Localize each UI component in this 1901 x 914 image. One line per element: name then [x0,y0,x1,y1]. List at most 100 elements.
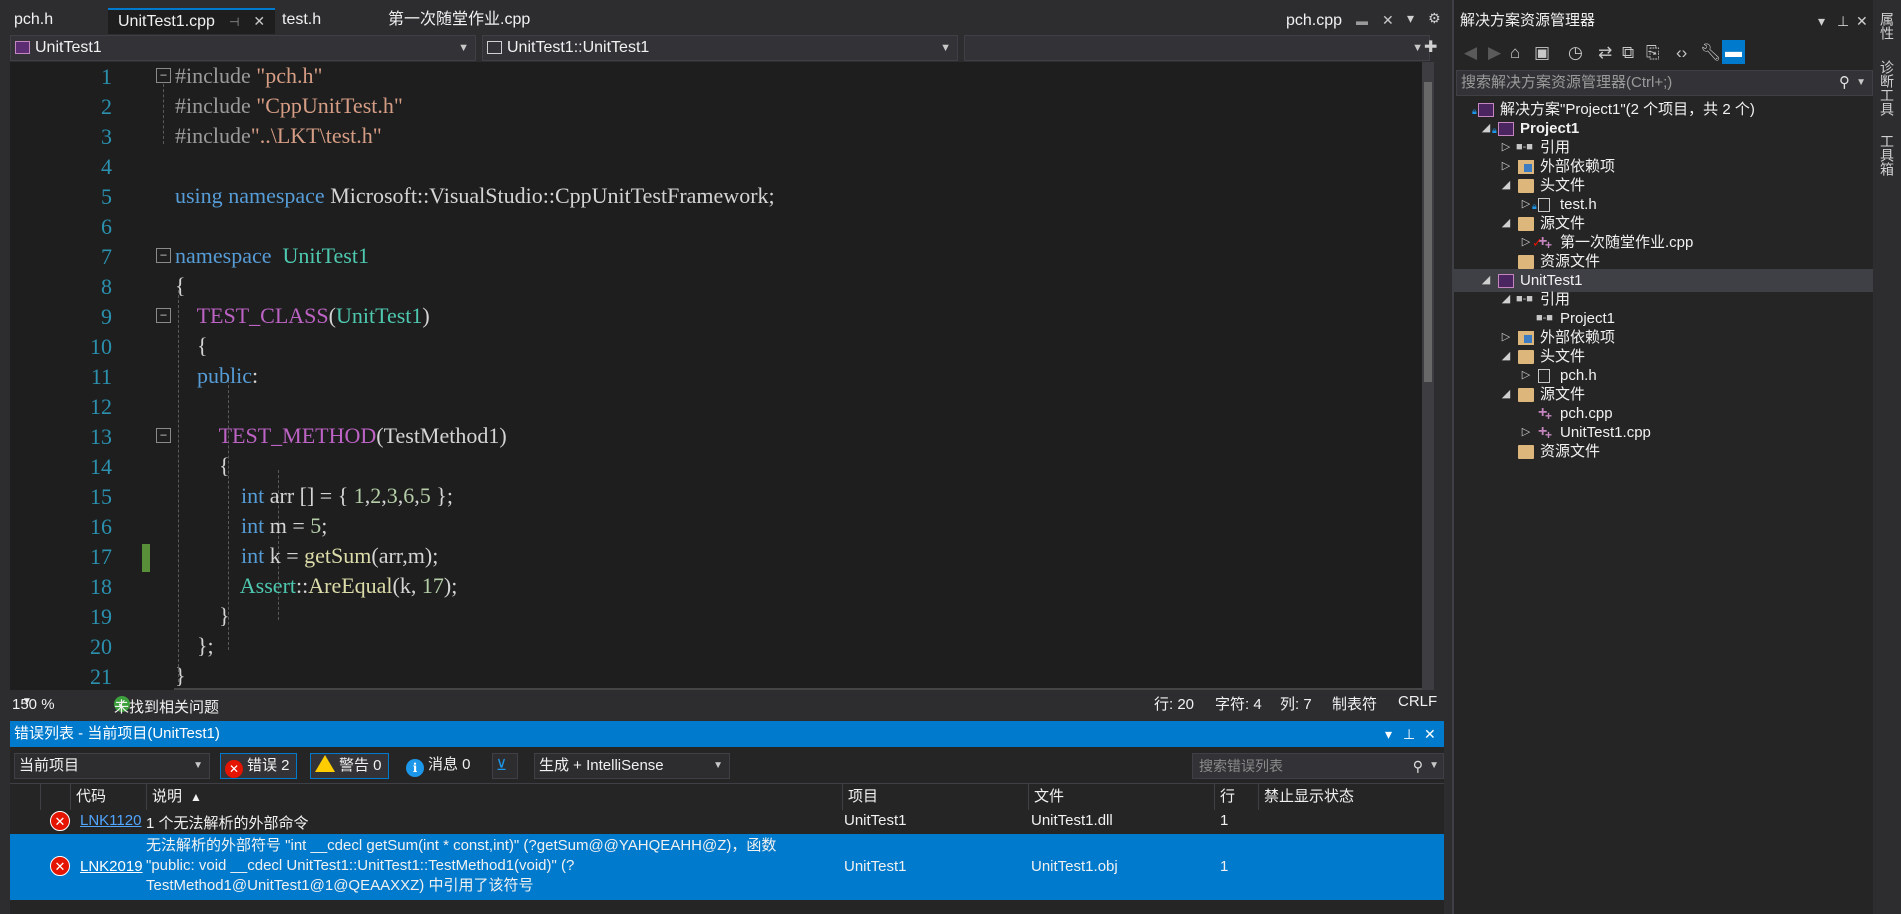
close-icon[interactable]: ✕ [1856,8,1868,34]
pin-icon[interactable]: ⊣ [229,15,239,29]
toolbox-side-tab[interactable]: 工具箱 [1879,134,1895,176]
scope-dropdown[interactable]: UnitTest1::UnitTest1 ▼ [482,35,958,61]
code-line[interactable]: #include "pch.h" [175,63,323,89]
warnings-count: 警告 0 [339,757,382,774]
code-line[interactable]: TEST_CLASS(UnitTest1) [175,303,430,329]
filter-icon[interactable]: ⊻ [492,753,518,779]
reference-icon [1516,288,1534,311]
member-dropdown[interactable]: ▼ [964,35,1430,61]
info-icon: i [406,759,424,777]
home-icon[interactable]: ⌂ [1510,43,1520,63]
project-icon [1498,274,1514,288]
code-line[interactable]: #include"..\LKT\test.h" [175,123,382,149]
project-icon [15,41,30,54]
close-icon[interactable]: ✕ [1382,12,1394,28]
code-line[interactable]: TEST_METHOD(TestMethod1) [175,423,507,449]
tab-pch-h[interactable]: pch.h [4,8,63,34]
code-line[interactable]: int arr [] = { 1,2,3,6,5 }; [175,483,453,509]
show-all-files-icon[interactable]: ⎘ [1646,43,1660,63]
code-line[interactable]: int k = getSum(arr,m); [175,543,438,569]
vertical-scrollbar[interactable] [1422,62,1434,690]
project-dropdown-value: UnitTest1 [35,39,102,56]
collapse-icon[interactable]: − [156,308,171,323]
properties-side-tab[interactable]: 属性 [1879,12,1895,40]
error-list-panel: 错误列表 - 当前项目(UnitTest1) ▾ ⊥ ✕ 当前项目 ▼ ✕ 错误 … [10,721,1454,914]
cpp-file-icon [1538,401,1554,428]
gear-icon[interactable]: ⚙ [1428,10,1441,27]
char-indicator: 字符: 4 [1215,696,1262,713]
code-line[interactable]: } [175,603,230,629]
tab-dropdown-icon[interactable]: ▾ [1407,10,1414,27]
sync-icon[interactable]: ⇄ [1598,43,1612,63]
solution-search-input[interactable]: 搜索解决方案资源管理器(Ctrl+;) ⚲ ▼ [1456,70,1873,96]
line-number: 18 [90,574,112,599]
pin-icon[interactable]: ▬ [1356,14,1368,28]
indent-mode[interactable]: 制表符 [1332,693,1377,714]
code-line[interactable]: { [175,273,186,299]
collapse-icon[interactable]: − [156,248,171,263]
line-number: 5 [101,184,112,209]
code-editor[interactable]: 1 2 3 4 5 6 7 8 9 10 11 12 13 14 15 16 1… [10,62,1434,690]
tab-label: test.h [282,11,322,28]
preview-selected-icon[interactable]: ▬ [1722,40,1745,64]
back-icon[interactable]: ◀ [1464,43,1477,63]
close-icon[interactable]: ✕ [253,13,265,29]
column-suppression-header[interactable]: 禁止显示状态 [1258,784,1418,810]
warnings-filter-button[interactable]: 警告 0 [310,753,389,779]
switch-views-icon[interactable]: ▣ [1534,43,1550,63]
pin-icon[interactable]: ⊥ [1403,721,1415,747]
code-line[interactable]: namespace UnitTest1 [175,243,369,269]
split-icon[interactable]: ✚ [1424,37,1437,57]
tab-unittest1-cpp[interactable]: UnitTest1.cpp ⊣ ✕ [108,8,276,34]
column-icon-header[interactable] [40,784,70,810]
close-icon[interactable]: ✕ [1424,721,1436,747]
column-line-header[interactable]: 行 [1214,784,1258,810]
column-project-header[interactable]: 项目 [842,784,1028,810]
table-row[interactable]: ✕ LNK1120 1 个无法解析的外部命令 UnitTest1 UnitTes… [10,809,1444,833]
table-row[interactable]: ✕ LNK2019 无法解析的外部符号 "int __cdecl getSum(… [10,834,1444,900]
tab-test-h[interactable]: test.h [272,8,331,34]
code-line[interactable]: { [175,453,230,479]
error-code-link[interactable]: LNK1120 [80,812,146,829]
build-filter-dropdown[interactable]: 生成 + IntelliSense ▼ [534,753,730,779]
tab-pch-cpp[interactable]: pch.cpp ▬ ✕ [1276,8,1404,34]
error-code-link[interactable]: LNK2019 [80,858,146,875]
diagnostic-tools-side-tab[interactable]: 诊断工具 [1879,60,1895,116]
scope-filter-dropdown[interactable]: 当前项目 ▼ [14,753,210,779]
tab-label: pch.h [14,11,54,28]
chevron-down-icon[interactable]: ▾ [1818,8,1825,34]
messages-filter-button[interactable]: i 消息 0 [406,753,471,779]
chevron-down-icon[interactable]: ▾ [1385,721,1392,747]
view-code-icon[interactable]: ‹› [1676,43,1687,63]
tab-homework-cpp[interactable]: 第一次随堂作业.cpp [378,8,540,34]
column-description-header[interactable]: 说明 ▲ [146,784,842,810]
code-line[interactable]: Assert::AreEqual(k, 17); [175,573,458,599]
code-line[interactable]: }; [175,633,214,659]
project-dropdown[interactable]: UnitTest1 ▼ [10,35,476,61]
zoom-level: 150 % [12,696,55,713]
code-line[interactable]: public: [175,363,258,389]
error-search-input[interactable]: 搜索错误列表 ⚲ ▼ [1192,753,1444,779]
pin-icon[interactable]: ⊥ [1837,8,1849,34]
line-number: 8 [101,274,112,299]
errors-filter-button[interactable]: ✕ 错误 2 [220,753,297,779]
column-code-header[interactable]: 代码 [70,784,146,810]
collapse-icon[interactable]: − [156,68,171,83]
collapse-icon[interactable]: − [156,428,171,443]
messages-count: 消息 0 [428,756,471,773]
code-line[interactable]: } [175,663,186,689]
forward-icon[interactable]: ▶ [1488,43,1501,63]
code-line[interactable]: { [175,333,208,359]
code-line[interactable]: using namespace Microsoft::VisualStudio:… [175,183,775,209]
collapse-all-icon[interactable]: ⧉ [1622,43,1634,63]
code-line[interactable]: #include "CppUnitTest.h" [175,93,403,119]
solution-icon [1478,103,1494,117]
line-ending[interactable]: CRLF [1398,693,1437,710]
history-icon[interactable]: ◷ [1568,43,1583,63]
properties-wrench-icon[interactable]: 🔧︎ [1700,43,1722,63]
code-line[interactable]: int m = 5; [175,513,327,539]
scrollbar-thumb[interactable] [1424,82,1432,382]
line-number: 17 [90,544,112,569]
column-file-header[interactable]: 文件 [1028,784,1224,810]
tree-node[interactable]: 资源文件 [1454,440,1873,463]
